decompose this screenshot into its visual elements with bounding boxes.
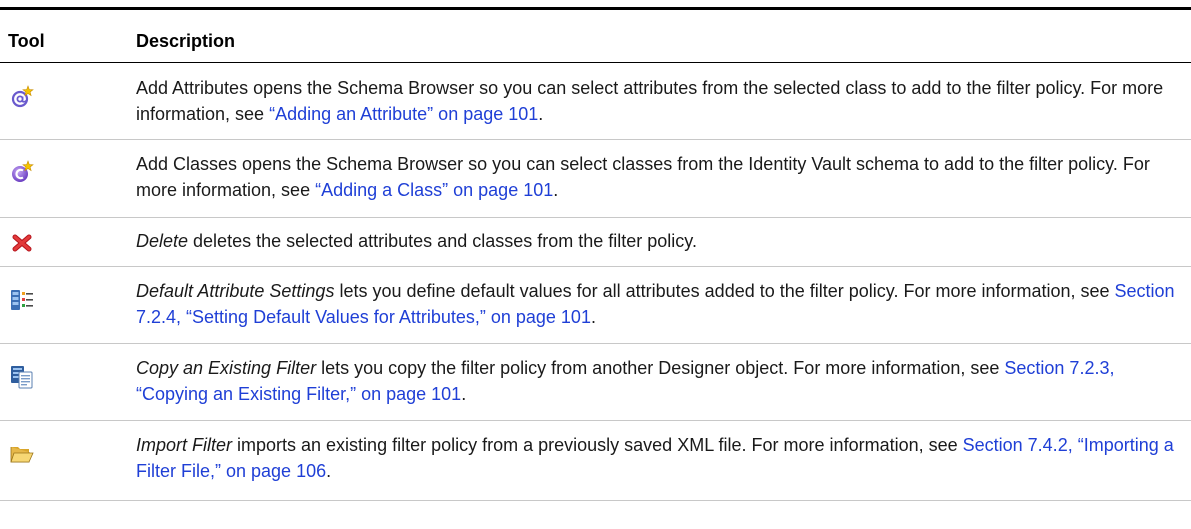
header-description: Description <box>136 31 236 51</box>
copy-filter-icon <box>10 365 34 389</box>
table-row: Import Filter imports an existing filter… <box>0 420 1191 498</box>
table-row: Delete deletes the selected attributes a… <box>0 217 1191 266</box>
default-attribute-settings-icon <box>10 288 34 312</box>
row-divider <box>0 500 1191 501</box>
table-header-row: Tool Description <box>0 10 1191 63</box>
row-description: Delete deletes the selected attributes a… <box>136 231 697 251</box>
delete-icon <box>10 231 34 255</box>
row-divider <box>0 217 1191 218</box>
row-description: Add Classes opens the Schema Browser so … <box>136 154 1150 200</box>
row-divider <box>0 266 1191 267</box>
table-row: Add Attributes opens the Schema Browser … <box>0 63 1191 139</box>
row-divider <box>0 139 1191 140</box>
row-divider <box>0 420 1191 421</box>
add-class-icon <box>10 160 34 184</box>
add-attribute-icon <box>10 85 34 109</box>
row-description: Default Attribute Settings lets you defi… <box>136 281 1175 327</box>
link-adding-attribute[interactable]: “Adding an Attribute” on page 101 <box>269 104 538 124</box>
table-row: Add Classes opens the Schema Browser so … <box>0 139 1191 217</box>
row-description: Add Attributes opens the Schema Browser … <box>136 78 1164 124</box>
row-description: Copy an Existing Filter lets you copy th… <box>136 358 1115 404</box>
row-divider <box>0 343 1191 344</box>
header-tool: Tool <box>8 31 45 51</box>
table-row: Default Attribute Settings lets you defi… <box>0 266 1191 343</box>
import-filter-folder-icon <box>10 442 34 466</box>
link-adding-class[interactable]: “Adding a Class” on page 101 <box>315 180 553 200</box>
row-description: Import Filter imports an existing filter… <box>136 435 1174 481</box>
table-row: Copy an Existing Filter lets you copy th… <box>0 343 1191 420</box>
